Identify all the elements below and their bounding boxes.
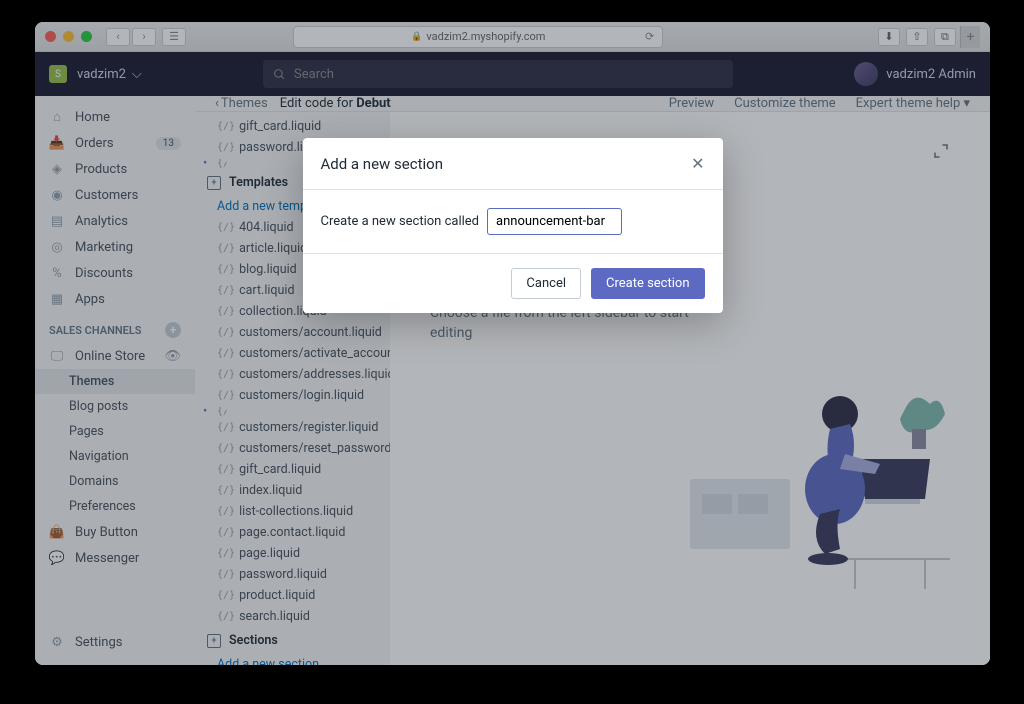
section-name-input[interactable] (487, 208, 622, 235)
cancel-button[interactable]: Cancel (511, 268, 581, 299)
modal-title: Add a new section (321, 155, 443, 173)
modal-overlay[interactable]: Add a new section ✕ Create a new section… (35, 22, 990, 665)
close-icon[interactable]: ✕ (691, 154, 704, 173)
add-section-modal: Add a new section ✕ Create a new section… (303, 138, 723, 313)
create-section-button[interactable]: Create section (591, 268, 705, 299)
modal-label: Create a new section called (321, 214, 480, 229)
